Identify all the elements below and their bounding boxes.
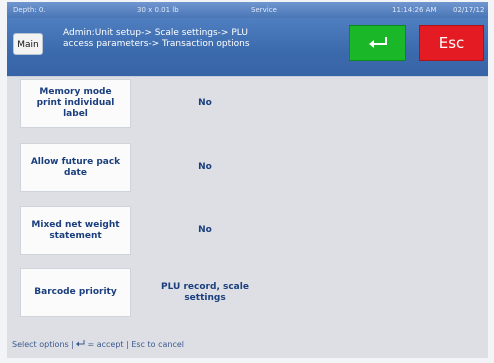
scale-screen: Depth: 0. 30 x 0.01 lb Service 11:14:26 … [7, 2, 488, 358]
hint-suffix: = accept | Esc to cancel [87, 340, 184, 349]
mixed-net-weight-button[interactable]: Mixed net weight statement [20, 206, 131, 255]
weight-status: 30 x 0.01 lb [137, 6, 179, 14]
option-row: Memory mode print individual label No [7, 79, 488, 131]
hint-bar: Select options | = accept | Esc to cance… [12, 340, 184, 349]
main-button[interactable]: Main [13, 33, 43, 55]
date-status: 02/17/12 [453, 6, 485, 14]
hint-prefix: Select options | [12, 340, 77, 349]
option-row: Mixed net weight statement No [7, 206, 488, 258]
enter-arrow-icon [368, 37, 387, 48]
memory-mode-print-value: No [198, 98, 212, 108]
allow-future-pack-date-button[interactable]: Allow future pack date [20, 143, 131, 192]
breadcrumb-line-1: Admin:Unit setup-> Scale settings-> PLU [63, 28, 248, 38]
barcode-priority-value: PLU record, scale settings [161, 281, 249, 303]
allow-future-pack-date-value: No [198, 162, 212, 172]
memory-mode-print-button[interactable]: Memory mode print individual label [20, 79, 131, 128]
mixed-net-weight-value: No [198, 225, 212, 235]
breadcrumb: Admin:Unit setup-> Scale settings-> PLU … [63, 28, 250, 50]
breadcrumb-line-2: access parameters-> Transaction options [63, 39, 250, 49]
status-bar: Depth: 0. 30 x 0.01 lb Service 11:14:26 … [7, 2, 488, 18]
barcode-priority-button[interactable]: Barcode priority [20, 268, 131, 317]
depth-status: Depth: 0. [13, 6, 46, 14]
enter-button[interactable] [349, 25, 406, 61]
time-status: 11:14:26 AM [392, 6, 437, 14]
option-row: Barcode priority PLU record, scale setti… [7, 268, 488, 320]
mode-status: Service [251, 6, 277, 14]
esc-button[interactable]: Esc [419, 25, 484, 61]
option-row: Allow future pack date No [7, 143, 488, 195]
enter-symbol-icon [76, 340, 85, 347]
